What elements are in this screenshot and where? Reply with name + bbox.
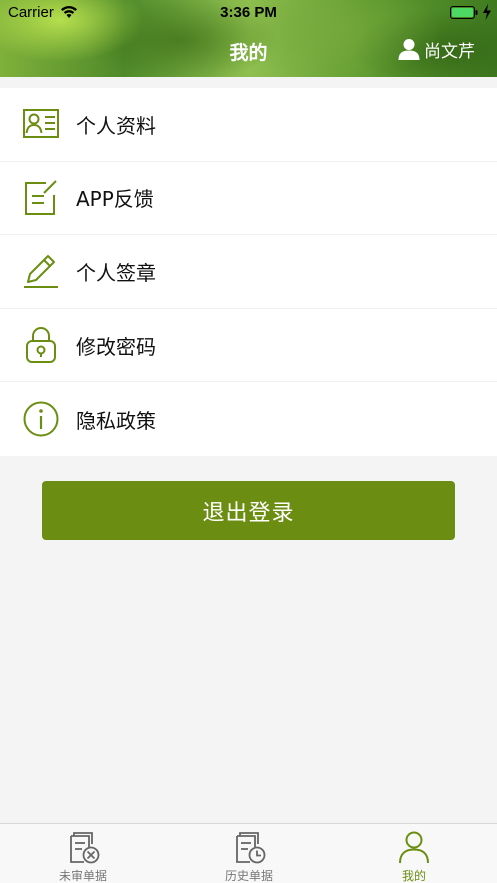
- status-bar: Carrier 3:36 PM: [0, 0, 497, 26]
- menu-item-label: 个人资料: [76, 113, 156, 138]
- menu-item-signature[interactable]: 个人签章: [0, 235, 497, 309]
- menu-item-label: 隐私政策: [76, 408, 156, 433]
- tab-bar: 未审单据 历史单据 我的: [0, 823, 497, 883]
- lock-icon: [26, 327, 56, 364]
- screen: Carrier 3:36 PM 我的 尚文芹 个人资料 APP反馈 个人签章 修…: [0, 0, 497, 883]
- user-name: 尚文芹: [424, 41, 475, 62]
- settings-menu: 个人资料 APP反馈 个人签章 修改密码 隐私政策: [0, 88, 497, 456]
- menu-item-privacy-policy[interactable]: 隐私政策: [0, 382, 497, 456]
- tab-mine[interactable]: 我的: [331, 824, 497, 883]
- menu-item-label: APP反馈: [76, 187, 154, 212]
- tab-label: 未审单据: [58, 869, 107, 883]
- profile-card-icon: [23, 109, 59, 139]
- menu-item-feedback[interactable]: APP反馈: [0, 162, 497, 236]
- user-icon: [398, 39, 420, 60]
- menu-item-change-password[interactable]: 修改密码: [0, 309, 497, 383]
- tab-label: 历史单据: [224, 869, 273, 883]
- history-docs-icon: [236, 832, 266, 864]
- tab-label: 我的: [401, 869, 426, 883]
- logout-button[interactable]: 退出登录: [42, 481, 455, 540]
- user-badge[interactable]: 尚文芹: [398, 36, 475, 62]
- pen-signature-icon: [24, 255, 58, 289]
- tab-history-docs[interactable]: 历史单据: [166, 824, 332, 883]
- status-time: 3:36 PM: [220, 4, 277, 21]
- tab-pending-docs[interactable]: 未审单据: [0, 824, 166, 883]
- user-icon: [399, 831, 429, 864]
- pending-docs-icon: [70, 832, 100, 864]
- header: Carrier 3:36 PM 我的 尚文芹: [0, 0, 497, 77]
- info-icon: [23, 401, 59, 437]
- feedback-icon: [25, 180, 57, 215]
- battery-icon: [450, 6, 478, 19]
- menu-item-label: 个人签章: [76, 260, 156, 285]
- charging-bolt-icon: [483, 4, 491, 20]
- menu-item-profile[interactable]: 个人资料: [0, 88, 497, 162]
- menu-item-label: 修改密码: [76, 334, 156, 359]
